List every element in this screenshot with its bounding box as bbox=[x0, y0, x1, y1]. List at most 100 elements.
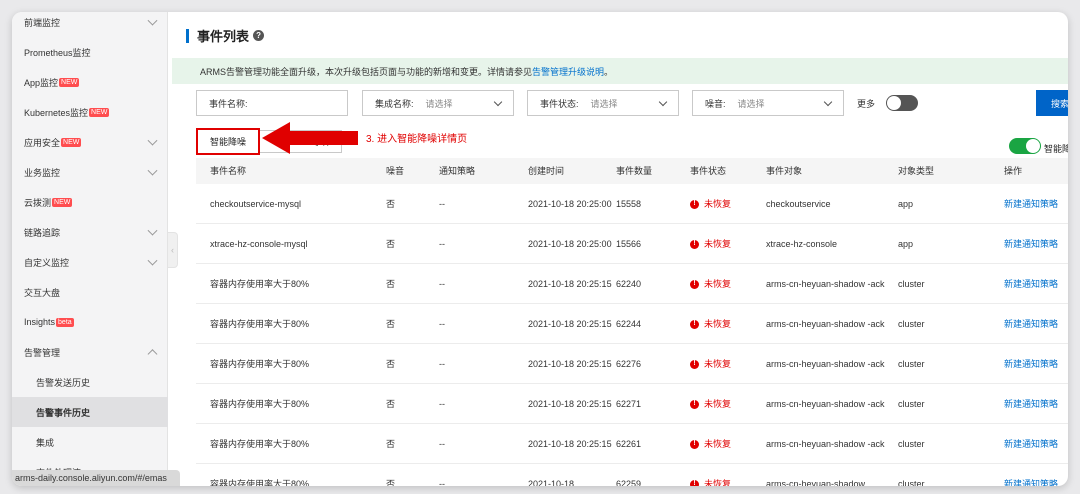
cell-status: ! 未恢复 bbox=[690, 344, 760, 384]
sidebar-item[interactable]: 前端监控 bbox=[12, 12, 168, 37]
cell-count: 15566 bbox=[616, 224, 686, 264]
sidebar-item-label: 集成 bbox=[36, 437, 55, 448]
upgrade-doc-link[interactable]: 告警管理升级说明 bbox=[532, 65, 604, 78]
status-text: 未恢复 bbox=[704, 399, 732, 409]
cell-text: 否 bbox=[386, 479, 396, 486]
cell-text: 62261 bbox=[616, 439, 642, 449]
cell-action[interactable]: 新建通知策略 bbox=[1004, 184, 1068, 224]
sidebar-item[interactable]: App监控 NEW bbox=[12, 67, 168, 97]
smart-denoise-toggle-label: 智能降噪 bbox=[1044, 144, 1068, 154]
cell-action[interactable]: 新建通知策略 bbox=[1004, 424, 1068, 464]
cell-text: -- bbox=[439, 479, 445, 486]
table-row[interactable]: 容器内存使用率大于80% 否 -- 2021-10-18 20:25:15 62276!… bbox=[196, 344, 1068, 384]
search-button[interactable]: 搜索 bbox=[1036, 90, 1068, 116]
new-badge: NEW bbox=[89, 107, 110, 117]
cell-object: arms-cn-heyuan-shadow -ack bbox=[766, 424, 891, 464]
table-row[interactable]: xtrace-hz-console-mysql 否 -- 2021-10-18 20:… bbox=[196, 224, 1068, 264]
page-header: 事件列表 ? bbox=[186, 26, 265, 45]
cell-text: 2021-10-18 bbox=[528, 479, 575, 486]
cell-text: 新建通知策略 bbox=[1004, 439, 1059, 449]
cell-object: xtrace-hz-console bbox=[766, 224, 891, 264]
sidebar-item[interactable]: 云拨测 NEW bbox=[12, 187, 168, 217]
cell-action[interactable]: 新建通知策略 bbox=[1004, 464, 1068, 486]
cell-text: cluster bbox=[898, 439, 925, 449]
status-text: 未恢复 bbox=[704, 479, 732, 486]
table-row[interactable]: checkoutservice-mysql 否 -- 2021-10-18 20:25… bbox=[196, 184, 1068, 224]
cell-time: 2021-10-18 20:25:00 bbox=[528, 184, 613, 224]
sidebar-item[interactable]: Insights beta bbox=[12, 307, 168, 337]
cell-policy: -- bbox=[439, 384, 519, 424]
sidebar-item[interactable]: 应用安全 NEW bbox=[12, 127, 168, 157]
event-name-label: 事件名称: bbox=[209, 98, 248, 109]
table-row[interactable]: 容器内存使用率大于80% 否 -- 2021-10-18 20:25:15 62271!… bbox=[196, 384, 1068, 424]
cell-time: 2021-10-18 20:25:15 bbox=[528, 304, 613, 344]
cell-text: 否 bbox=[386, 399, 396, 409]
main-content: 事件列表 ? ARMS告警管理功能全面升级，本次升级包括页面与功能的新增和变更。… bbox=[172, 12, 1068, 486]
integration-label: 集成名称: bbox=[375, 98, 414, 109]
sidebar-item[interactable]: 交互大盘 bbox=[12, 277, 168, 307]
cell-object: arms-cn-heyuan-shadow bbox=[766, 464, 891, 486]
cell-action[interactable]: 新建通知策略 bbox=[1004, 384, 1068, 424]
cell-status: ! 未恢复 bbox=[690, 464, 760, 486]
cell-action[interactable]: 新建通知策略 bbox=[1004, 304, 1068, 344]
help-icon[interactable]: ? bbox=[253, 30, 265, 41]
table-row[interactable]: 容器内存使用率大于80% 否 -- 2021-10-18 20:25:15 62240!… bbox=[196, 264, 1068, 304]
status-select[interactable]: 事件状态: 请选择 bbox=[527, 90, 679, 116]
smart-denoise-toggle[interactable] bbox=[1009, 138, 1041, 154]
cell-text: 62240 bbox=[616, 279, 642, 289]
table-row[interactable]: 容器内存使用率大于80% 否 -- 2021-10-18 62259! 未恢复 arms-c… bbox=[196, 464, 1068, 486]
cell-type: cluster bbox=[898, 264, 998, 304]
cell-text: 容器内存使用率大于80% bbox=[210, 359, 310, 369]
cell-name: 容器内存使用率大于80% bbox=[210, 344, 380, 384]
cell-text: app bbox=[898, 239, 914, 249]
column-header: 通知策略 bbox=[439, 166, 476, 176]
event-name-input[interactable]: 事件名称: bbox=[196, 90, 348, 116]
more-filters-toggle[interactable] bbox=[886, 95, 918, 111]
column-header: 创建时间 bbox=[528, 166, 565, 176]
cell-text: arms-cn-heyuan-shadow -ack bbox=[766, 319, 885, 329]
cell-count: 62259 bbox=[616, 464, 686, 486]
noise-select[interactable]: 噪音: 请选择 bbox=[692, 90, 844, 116]
cell-type: cluster bbox=[898, 304, 998, 344]
upgrade-notice: ARMS告警管理功能全面升级，本次升级包括页面与功能的新增和变更。详情请参见 告… bbox=[172, 58, 1068, 84]
table-row[interactable]: 容器内存使用率大于80% 否 -- 2021-10-18 20:25:15 62244!… bbox=[196, 304, 1068, 344]
sidebar-item[interactable]: 告警发送历史 bbox=[12, 367, 168, 397]
column-header: 噪音 bbox=[386, 166, 405, 176]
sidebar-item-label: Kubernetes监控 bbox=[24, 107, 89, 118]
cell-type: app bbox=[898, 184, 998, 224]
sidebar-item[interactable]: 告警管理 bbox=[12, 337, 168, 367]
cell-action[interactable]: 新建通知策略 bbox=[1004, 224, 1068, 264]
cell-text: -- bbox=[439, 359, 445, 369]
sidebar-item[interactable]: 集成 bbox=[12, 427, 168, 457]
cell-text: app bbox=[898, 199, 914, 209]
cell-name: 容器内存使用率大于80% bbox=[210, 424, 380, 464]
sidebar-item[interactable]: Kubernetes监控 NEW bbox=[12, 97, 168, 127]
table-row[interactable]: 容器内存使用率大于80% 否 -- 2021-10-18 20:25:15 62261!… bbox=[196, 424, 1068, 464]
sidebar-collapse-handle[interactable]: ‹ bbox=[168, 232, 178, 268]
smart-denoise-button[interactable]: 智能降噪 bbox=[196, 128, 260, 155]
sidebar-item[interactable]: 告警事件历史 bbox=[12, 397, 168, 427]
alert-icon: ! bbox=[690, 319, 699, 329]
cell-text: 62276 bbox=[616, 359, 642, 369]
sidebar-item[interactable]: 业务监控 bbox=[12, 157, 168, 187]
cell-noise: 否 bbox=[386, 464, 431, 486]
cell-text: 否 bbox=[386, 239, 396, 249]
sidebar: 前端监控 Prometheus监控 App监控 NEW Kubernetes监控 NEW 应… bbox=[12, 12, 168, 486]
cell-text: 2021-10-18 20:25:15 bbox=[528, 319, 612, 329]
sidebar-item-label: 链路追踪 bbox=[24, 227, 61, 238]
cell-name: 容器内存使用率大于80% bbox=[210, 384, 380, 424]
cell-action[interactable]: 新建通知策略 bbox=[1004, 264, 1068, 304]
sidebar-item[interactable]: Prometheus监控 bbox=[12, 37, 168, 67]
integration-placeholder: 请选择 bbox=[425, 98, 453, 109]
cell-type: cluster bbox=[898, 344, 998, 384]
sidebar-item[interactable]: 自定义监控 bbox=[12, 247, 168, 277]
chevron-down-icon bbox=[147, 165, 158, 176]
integration-select[interactable]: 集成名称: 请选择 bbox=[362, 90, 514, 116]
cell-text: -- bbox=[439, 279, 445, 289]
sidebar-item[interactable]: 链路追踪 bbox=[12, 217, 168, 247]
cell-action[interactable]: 新建通知策略 bbox=[1004, 344, 1068, 384]
cell-text: 62271 bbox=[616, 399, 642, 409]
browser-window: 前端监控 Prometheus监控 App监控 NEW Kubernetes监控 NEW 应… bbox=[12, 12, 1068, 486]
status-text: 未恢复 bbox=[704, 319, 732, 329]
status-text: 未恢复 bbox=[704, 239, 732, 249]
